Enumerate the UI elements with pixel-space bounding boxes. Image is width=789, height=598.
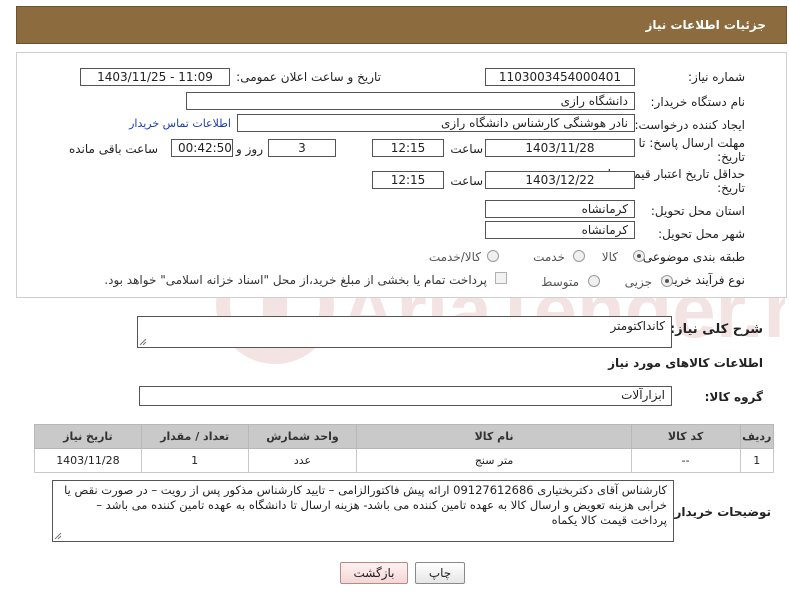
days-label: روز و <box>236 142 263 156</box>
cell-item-code: -- <box>630 448 741 473</box>
resize-grip-icon[interactable] <box>54 532 62 540</box>
description-textarea[interactable]: کانداکتومتر <box>137 316 672 348</box>
announce-date-field[interactable]: 1403/11/25 - 11:09 <box>80 68 230 86</box>
page-header: جزئیات اطلاعات نیاز <box>16 6 787 44</box>
cell-need-date: 1403/11/28 <box>34 448 142 473</box>
print-button[interactable]: چاپ <box>415 562 465 584</box>
requester-label: ایجاد کننده درخواست: <box>634 118 745 132</box>
cell-unit: عدد <box>247 448 358 473</box>
back-button[interactable]: بازگشت <box>340 562 408 584</box>
column-header-item-name: نام کالا <box>356 424 632 449</box>
buyer-org-label: نام دستگاه خریدار: <box>650 95 746 109</box>
cell-item-name: متر سنج <box>356 448 632 473</box>
buyer-notes-textarea[interactable]: کارشناس آقای دکتربختیاری 09127612686 ارا… <box>52 480 674 542</box>
category-radio-service[interactable] <box>573 250 585 262</box>
column-header-item-code: کد کالا <box>630 424 741 449</box>
remaining-time-field[interactable]: 00:42:50 <box>171 139 233 157</box>
goods-table: ردیف کد کالا نام کالا واحد شمارش تعداد /… <box>34 424 775 473</box>
deadline-label-date: تاریخ: <box>717 150 745 164</box>
goods-group-label: گروه کالا: <box>704 390 763 404</box>
need-number-field[interactable]: 1103003454000401 <box>485 68 635 86</box>
validity-date-field[interactable]: 1403/12/22 <box>485 171 635 189</box>
buyer-notes-text: کارشناس آقای دکتربختیاری 09127612686 ارا… <box>64 483 667 527</box>
column-header-need-date: تاریخ نیاز <box>34 424 142 449</box>
process-option-medium: متوسط <box>541 275 579 289</box>
category-radio-goods-service[interactable] <box>487 250 499 262</box>
requester-field[interactable]: نادر هوشنگی کارشناس دانشگاه رازی <box>237 114 635 132</box>
table-header-row: ردیف کد کالا نام کالا واحد شمارش تعداد /… <box>34 424 775 449</box>
remaining-time-label: ساعت باقی مانده <box>68 142 158 156</box>
column-header-unit: واحد شمارش <box>247 424 358 449</box>
cell-row-number: 1 <box>739 448 775 473</box>
category-option-service: خدمت <box>533 250 565 264</box>
deadline-time-field[interactable]: 12:15 <box>372 139 444 157</box>
goods-group-field[interactable]: ابزارآلات <box>139 386 672 406</box>
validity-label-date: تاریخ: <box>717 181 745 195</box>
column-header-quantity: تعداد / مقدار <box>140 424 249 449</box>
city-field[interactable]: کرمانشاه <box>485 221 635 239</box>
days-remaining-field[interactable]: 3 <box>268 139 336 157</box>
category-option-goods-service: کالا/خدمت <box>428 250 481 264</box>
city-label: شهر محل تحویل: <box>658 227 745 241</box>
deadline-label: مهلت ارسال پاسخ: تا <box>638 136 745 150</box>
deadline-time-label: ساعت <box>450 142 483 156</box>
buyer-notes-label: توضیحات خریدار: <box>669 505 771 519</box>
province-field[interactable]: کرمانشاه <box>485 200 635 218</box>
table-row[interactable]: 1 -- متر سنج عدد 1 1403/11/28 <box>34 448 775 473</box>
category-radio-goods[interactable] <box>633 250 645 262</box>
treasury-payment-checkbox[interactable] <box>495 272 507 284</box>
need-number-label: شماره نیاز: <box>688 70 745 84</box>
goods-section-title: اطلاعات کالاهای مورد نیاز <box>608 356 763 370</box>
page-title: جزئیات اطلاعات نیاز <box>645 18 766 32</box>
category-label: طبقه بندی موضوعی: <box>638 250 745 264</box>
process-option-minor: جزیی <box>624 275 652 289</box>
buyer-contact-link[interactable]: اطلاعات تماس خریدار <box>129 117 231 130</box>
validity-time-label: ساعت <box>450 174 483 188</box>
process-radio-minor[interactable] <box>661 275 673 287</box>
province-label: استان محل تحویل: <box>650 204 745 218</box>
process-radio-medium[interactable] <box>588 275 600 287</box>
description-label: شرح کلی نیاز: <box>669 322 763 337</box>
announce-date-label: تاریخ و ساعت اعلان عمومی: <box>236 70 381 84</box>
validity-time-field[interactable]: 12:15 <box>372 171 444 189</box>
column-header-row-number: ردیف <box>739 424 775 449</box>
category-option-goods: کالا <box>601 250 618 264</box>
buyer-org-field[interactable]: دانشگاه رازی <box>186 92 635 110</box>
deadline-date-field[interactable]: 1403/11/28 <box>485 139 635 157</box>
treasury-payment-note: پرداخت تمام یا بخشی از مبلغ خرید،از محل … <box>104 273 487 287</box>
cell-quantity: 1 <box>140 448 249 473</box>
resize-grip-icon[interactable] <box>139 338 147 346</box>
description-text: کانداکتومتر <box>610 319 665 333</box>
